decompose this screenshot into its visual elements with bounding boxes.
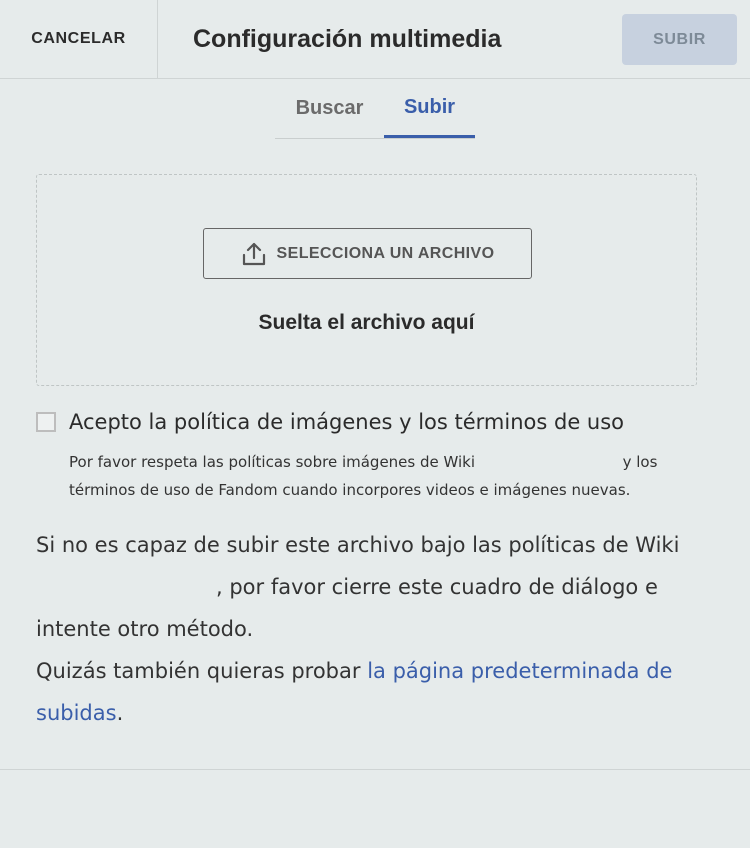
- policy-note: Por favor respeta las políticas sobre im…: [69, 448, 709, 504]
- upload-info: Si no es capaz de subir este archivo baj…: [36, 524, 696, 734]
- select-file-button[interactable]: SELECCIONA UN ARCHIVO: [203, 228, 532, 279]
- tab-subir[interactable]: Subir: [384, 80, 475, 138]
- accept-policy-checkbox[interactable]: [36, 412, 56, 432]
- policy-text-before: Por favor respeta las políticas sobre im…: [69, 453, 476, 471]
- dialog-title: Configuración multimedia: [193, 24, 502, 53]
- info-line1-after: , por favor cierre este cuadro de diálog…: [36, 575, 658, 641]
- file-dropzone[interactable]: SELECCIONA UN ARCHIVO Suelta el archivo …: [36, 174, 697, 386]
- info-line1: Si no es capaz de subir este archivo baj…: [36, 533, 680, 557]
- dialog-header: CANCELAR Configuración multimedia SUBIR: [0, 0, 750, 79]
- upload-icon: [242, 242, 265, 265]
- info-line2-after: .: [116, 701, 124, 725]
- accept-policy-label[interactable]: Acepto la política de imágenes y los tér…: [69, 410, 624, 434]
- cancel-button[interactable]: CANCELAR: [0, 0, 158, 78]
- drop-hint: Suelta el archivo aquí: [258, 311, 475, 334]
- select-file-label: SELECCIONA UN ARCHIVO: [276, 244, 495, 262]
- tab-bar: Buscar Subir: [275, 80, 475, 139]
- submit-button[interactable]: SUBIR: [622, 14, 737, 65]
- info-line2-before: Quizás también quieras probar: [36, 659, 368, 683]
- tab-buscar[interactable]: Buscar: [275, 80, 384, 136]
- footer-divider: [0, 769, 750, 770]
